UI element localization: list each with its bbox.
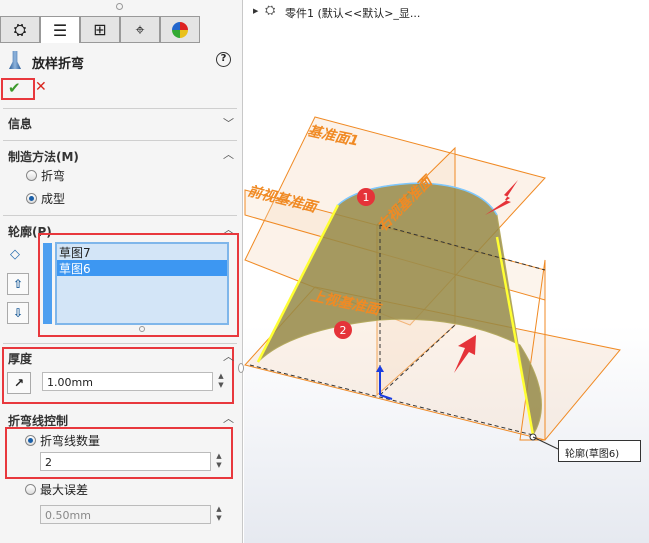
list-item[interactable]: 草图7 — [57, 244, 227, 260]
graphics-viewport[interactable]: ▶ ⛭ 零件1 (默认<<默认>_显... 基准面1 前视基准面 右视基准面 上… — [244, 0, 649, 543]
chevron-down-icon[interactable]: ﹀ — [223, 115, 234, 131]
panel-grip[interactable] — [116, 3, 123, 10]
radio-formed-label: 成型 — [41, 192, 66, 206]
part-icon: ⛭ — [13, 19, 27, 39]
tab-configuration-manager[interactable]: ⊞ — [80, 16, 120, 43]
radio-max-deviation-label: 最大误差 — [40, 483, 89, 497]
lofted-bend-icon — [9, 51, 21, 69]
section-thickness-header[interactable]: 厚度 — [8, 350, 32, 367]
move-up-button[interactable]: ⇧ — [7, 273, 29, 295]
tab-feature-manager[interactable]: ⛭ — [0, 16, 40, 43]
chevron-up-icon[interactable]: ︿ — [223, 410, 234, 426]
dimxpert-icon: ⌖ — [135, 19, 145, 39]
radio-bend[interactable] — [26, 170, 37, 181]
ok-button[interactable]: ✔ — [8, 79, 21, 97]
selection-color-bar — [43, 243, 52, 324]
radio-bend-count-label: 折弯线数量 — [40, 434, 101, 448]
tab-property-manager[interactable]: ☰ — [40, 16, 80, 43]
section-info-header[interactable]: 信息 — [8, 115, 32, 132]
profile-list[interactable]: 草图7 草图6 — [55, 242, 229, 325]
bend-count-input[interactable]: 2 — [40, 452, 211, 471]
feature-title: 放样折弯 — [32, 57, 85, 72]
marker-label: 1 — [363, 191, 370, 204]
thickness-input[interactable]: 1.00mm — [42, 372, 213, 391]
list-resize-grip[interactable] — [139, 326, 145, 332]
arrow-down-icon: ⇩ — [12, 306, 24, 320]
config-manager-icon: ⊞ — [93, 20, 107, 39]
tab-dimxpert[interactable]: ⌖ — [120, 16, 160, 43]
property-manager-icon: ☰ — [52, 20, 68, 40]
chevron-up-icon[interactable]: ︿ — [223, 146, 234, 162]
property-manager-panel: ⛭ ☰ ⊞ ⌖ 放样折弯 ? ✔ ✕ 信息 ﹀ 制造方法(M) ︿ 折弯 成型 … — [0, 0, 244, 543]
profile-icon: ◇ — [10, 247, 20, 262]
tab-appearance[interactable] — [160, 16, 200, 43]
bend-count-spinner[interactable]: ▲ ▼ — [213, 452, 225, 471]
profile-callout[interactable]: 轮廓(草图6) — [558, 440, 641, 462]
chevron-up-icon[interactable]: ︿ — [223, 348, 234, 364]
section-method-header[interactable]: 制造方法(M) — [8, 148, 79, 165]
radio-bend-label: 折弯 — [41, 169, 66, 183]
max-deviation-spinner[interactable]: ▲ ▼ — [213, 505, 225, 524]
radio-bend-count[interactable] — [25, 435, 36, 446]
thickness-spinner[interactable]: ▲ ▼ — [215, 372, 227, 391]
appearance-icon — [172, 21, 188, 38]
move-down-button[interactable]: ⇩ — [7, 302, 29, 324]
max-deviation-input[interactable]: 0.50mm — [40, 505, 211, 524]
list-item-selected[interactable]: 草图6 — [57, 260, 227, 276]
arrow-up-icon: ⇧ — [12, 277, 24, 291]
radio-max-deviation[interactable] — [25, 484, 36, 495]
radio-formed[interactable] — [26, 193, 37, 204]
cancel-button[interactable]: ✕ — [35, 79, 47, 95]
marker-label: 2 — [340, 324, 347, 337]
reverse-direction-button[interactable]: ↗ — [7, 372, 31, 394]
help-button[interactable]: ? — [216, 52, 231, 67]
direction-arrow-icon: ↗ — [13, 376, 25, 390]
